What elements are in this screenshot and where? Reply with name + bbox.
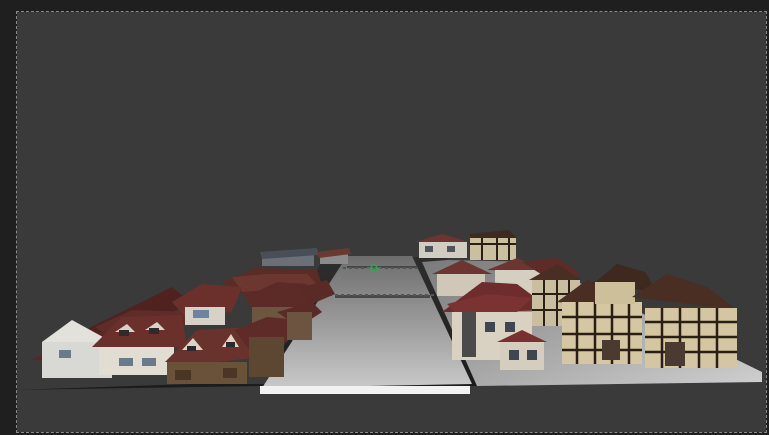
- right-row-houses[interactable]: [415, 230, 737, 370]
- scene-render[interactable]: [17, 12, 766, 432]
- 3d-viewport[interactable]: [16, 11, 767, 433]
- viewport-frame: [0, 0, 769, 435]
